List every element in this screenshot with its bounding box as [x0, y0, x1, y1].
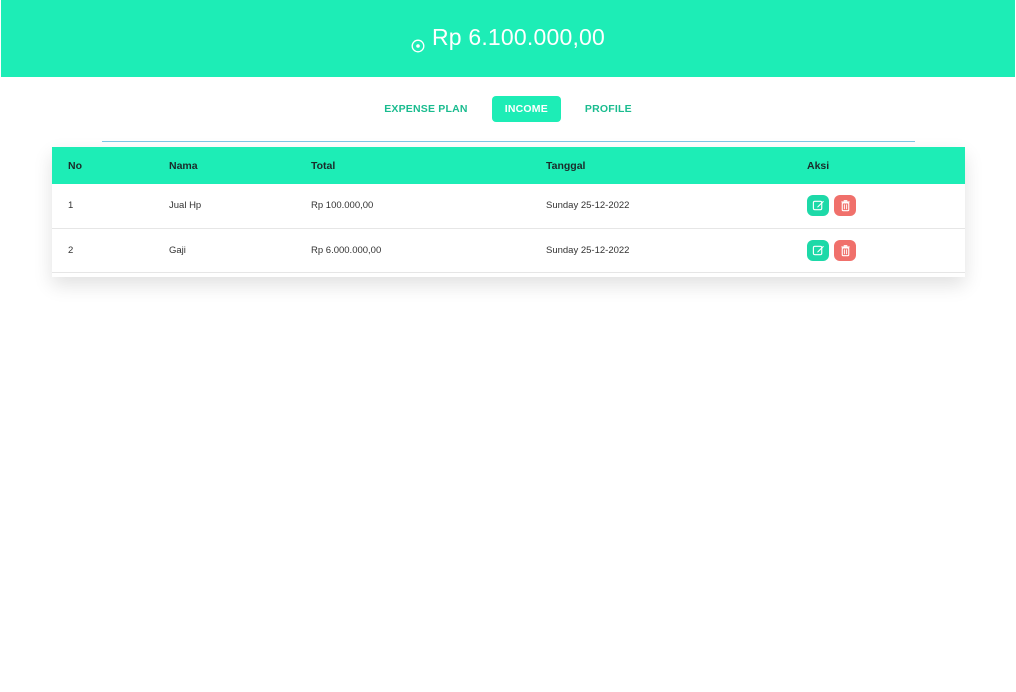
cell-no: 1 [68, 200, 74, 212]
cell-nama: Jual Hp [169, 200, 202, 212]
trash-icon [840, 200, 850, 212]
table-header-row: No Nama Total Tanggal Aksi [52, 147, 965, 184]
top-header: Rp 6.100.000,00 [1, 0, 1015, 77]
cell-no: 2 [68, 244, 74, 256]
column-header-tanggal: Tanggal [546, 159, 586, 172]
cell-tanggal: Sunday 25-12-2022 [546, 200, 630, 212]
delete-button[interactable] [834, 195, 856, 217]
trash-icon [840, 244, 850, 256]
column-header-aksi: Aksi [807, 159, 830, 172]
tab-income[interactable]: INCOME [491, 96, 561, 122]
table-row: 2 Gaji Rp 6.000.000,00 Sunday 25-12-2022 [52, 228, 965, 272]
cell-aksi [791, 184, 965, 228]
nav-tabs: EXPENSE PLAN INCOME PROFILE [0, 96, 1016, 122]
edit-icon [812, 201, 824, 211]
column-header-total: Total [311, 159, 336, 172]
cell-total: Rp 6.000.000,00 [311, 244, 382, 256]
cell-tanggal: Sunday 25-12-2022 [546, 244, 630, 256]
coin-circle-icon [411, 32, 425, 52]
tab-expense-plan[interactable]: EXPENSE PLAN [371, 96, 481, 122]
tab-profile[interactable]: PROFILE [572, 96, 645, 122]
edit-icon [812, 245, 824, 255]
edit-button[interactable] [807, 239, 829, 261]
cell-aksi [791, 228, 965, 272]
balance-amount: Rp 6.100.000,00 [431, 24, 606, 50]
column-header-nama: Nama [169, 159, 198, 172]
edit-button[interactable] [807, 195, 829, 217]
column-header-no: No [68, 159, 82, 172]
table-row: 1 Jual Hp Rp 100.000,00 Sunday 25-12-202… [52, 184, 965, 228]
nav-divider [102, 141, 915, 142]
cell-total: Rp 100.000,00 [311, 200, 374, 212]
balance-display: Rp 6.100.000,00 [411, 24, 606, 52]
delete-button[interactable] [834, 239, 856, 261]
income-table: No Nama Total Tanggal Aksi 1 Jual Hp Rp … [52, 147, 965, 273]
income-table-card: No Nama Total Tanggal Aksi 1 Jual Hp Rp … [52, 147, 965, 277]
cell-nama: Gaji [169, 244, 186, 256]
